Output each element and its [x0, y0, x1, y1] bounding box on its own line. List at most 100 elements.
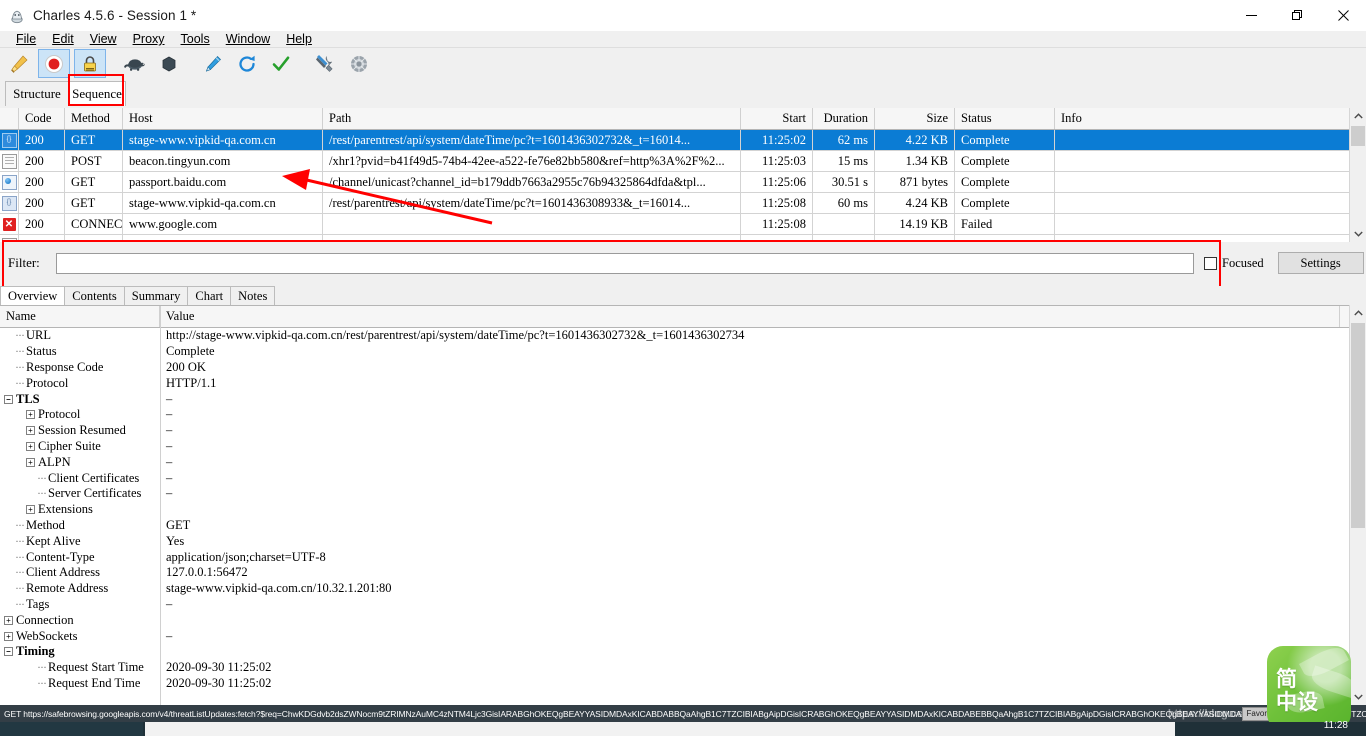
- detail-tree-row[interactable]: ··· Status Complete: [0, 344, 1366, 360]
- menu-window[interactable]: Window: [218, 31, 278, 47]
- detail-tree-row[interactable]: ··· Remote Address stage-www.vipkid-qa.com…: [0, 581, 1366, 597]
- menu-edit[interactable]: Edit: [44, 31, 82, 47]
- column-header-value[interactable]: Value: [160, 306, 1340, 327]
- column-header-info[interactable]: Info: [1055, 108, 1366, 129]
- close-button[interactable]: [1320, 0, 1366, 31]
- detail-tree-row[interactable]: ··· URL http://stage-www.vipkid-qa.com.cn/…: [0, 328, 1366, 344]
- detail-tree-row[interactable]: – Timing: [0, 644, 1366, 660]
- cell-code: 200: [19, 130, 65, 150]
- focused-checkbox-group[interactable]: Focused: [1204, 256, 1264, 271]
- menu-proxy[interactable]: Proxy: [125, 31, 173, 47]
- detail-tree-row[interactable]: + Session Resumed –: [0, 423, 1366, 439]
- detail-tree-row[interactable]: + Cipher Suite –: [0, 439, 1366, 455]
- maximize-button[interactable]: [1274, 0, 1320, 31]
- settings-gear-icon[interactable]: [344, 50, 374, 77]
- expand-plus-icon[interactable]: +: [26, 441, 35, 451]
- detail-tree-row[interactable]: ··· Method GET: [0, 518, 1366, 534]
- table-row[interactable]: {} 200 GET stage-www.vipkid-qa.com.cn /r…: [0, 130, 1366, 151]
- column-header-icon[interactable]: [0, 108, 19, 129]
- detail-tree-row[interactable]: ··· Content-Type application/json;charset=…: [0, 549, 1366, 565]
- focused-checkbox[interactable]: [1204, 256, 1217, 270]
- filter-input[interactable]: [56, 252, 1194, 274]
- repeat-icon[interactable]: [232, 50, 262, 77]
- column-header-name[interactable]: Name: [0, 306, 160, 327]
- ssl-proxying-icon[interactable]: [74, 49, 106, 78]
- table-row[interactable]: {} 200 GET stage-www.vipkid-qa.com.cn /r…: [0, 193, 1366, 214]
- clear-session-icon[interactable]: [4, 50, 34, 77]
- detail-tree-row[interactable]: ··· Response Code 200 OK: [0, 360, 1366, 376]
- menu-tools[interactable]: Tools: [173, 31, 218, 47]
- table-row[interactable]: 200 GET www.vipkid.com.cn /api/flowapi/r…: [0, 235, 1366, 242]
- detail-tree-row[interactable]: ··· Client Certificates –: [0, 470, 1366, 486]
- tab-notes[interactable]: Notes: [230, 286, 276, 305]
- table-vertical-scrollbar[interactable]: [1349, 108, 1366, 242]
- collapse-minus-icon[interactable]: –: [4, 394, 13, 404]
- taskbar-left-segment: [0, 722, 143, 736]
- column-header-host[interactable]: Host: [123, 108, 323, 129]
- collapse-minus-icon[interactable]: –: [4, 647, 13, 657]
- cell-method: GET: [65, 193, 123, 213]
- detail-tree-row[interactable]: ··· Request End Time 2020-09-30 11:25:02: [0, 676, 1366, 692]
- tree-connector: ···: [37, 675, 47, 690]
- settings-button[interactable]: Settings: [1277, 252, 1364, 274]
- tab-summary[interactable]: Summary: [123, 286, 189, 305]
- request-table[interactable]: Code Method Host Path Start Duration Siz…: [0, 108, 1366, 242]
- column-header-method[interactable]: Method: [65, 108, 123, 129]
- table-row[interactable]: 200 POST beacon.tingyun.com /xhr1?pvid=b…: [0, 151, 1366, 172]
- column-header-start[interactable]: Start: [741, 108, 813, 129]
- tab-sequence[interactable]: Sequence: [68, 81, 126, 106]
- table-row[interactable]: 200 GET passport.baidu.com /channel/unic…: [0, 172, 1366, 193]
- compose-pen-icon[interactable]: [198, 50, 228, 77]
- throttle-turtle-icon[interactable]: [120, 50, 150, 77]
- scroll-down-icon[interactable]: [1350, 226, 1366, 242]
- detail-tree-row[interactable]: ··· Kept Alive Yes: [0, 533, 1366, 549]
- tab-contents[interactable]: Contents: [64, 286, 125, 305]
- expand-plus-icon[interactable]: +: [26, 410, 35, 420]
- expand-plus-icon[interactable]: +: [26, 426, 35, 436]
- validate-check-icon[interactable]: [266, 50, 296, 77]
- detail-tree-body: ··· URL http://stage-www.vipkid-qa.com.cn/…: [0, 328, 1366, 691]
- scrollbar-thumb[interactable]: [1351, 126, 1365, 146]
- scroll-up-icon[interactable]: [1350, 108, 1366, 124]
- detail-tree-row[interactable]: + Protocol –: [0, 407, 1366, 423]
- detail-tree-row[interactable]: ··· Server Certificates –: [0, 486, 1366, 502]
- expand-plus-icon[interactable]: +: [4, 615, 13, 625]
- detail-tree-row[interactable]: ··· Client Address 127.0.0.1:56472: [0, 565, 1366, 581]
- detail-tree-row[interactable]: + ALPN –: [0, 454, 1366, 470]
- expand-plus-icon[interactable]: +: [26, 505, 35, 515]
- tab-overview[interactable]: Overview: [0, 286, 66, 305]
- menu-view[interactable]: View: [82, 31, 125, 47]
- detail-tree-row[interactable]: + Extensions: [0, 502, 1366, 518]
- detail-tree-row[interactable]: ··· Request Start Time 2020-09-30 11:25:02: [0, 660, 1366, 676]
- detail-scroll-up-icon[interactable]: [1350, 305, 1366, 321]
- column-header-code[interactable]: Code: [19, 108, 65, 129]
- detail-tree-row[interactable]: ··· Tags –: [0, 597, 1366, 613]
- overview-detail-panel[interactable]: Name Value ··· URL http://stage-www.vipkid…: [0, 305, 1366, 706]
- detail-row-label: Request Start Time: [48, 660, 144, 675]
- menu-help[interactable]: Help: [278, 31, 320, 47]
- tab-structure[interactable]: Structure: [5, 81, 69, 106]
- expand-plus-icon[interactable]: +: [26, 457, 35, 467]
- cell-method: GET: [65, 235, 123, 242]
- column-header-size[interactable]: Size: [875, 108, 955, 129]
- record-icon[interactable]: [38, 49, 70, 78]
- detail-scroll-down-icon[interactable]: [1350, 689, 1366, 705]
- column-header-duration[interactable]: Duration: [813, 108, 875, 129]
- column-header-path[interactable]: Path: [323, 108, 741, 129]
- expand-plus-icon[interactable]: +: [4, 631, 13, 641]
- breakpoints-icon[interactable]: [154, 50, 184, 77]
- detail-tree-row[interactable]: + WebSockets –: [0, 628, 1366, 644]
- detail-tree-row[interactable]: ··· Protocol HTTP/1.1: [0, 375, 1366, 391]
- detail-tree-row[interactable]: – TLS –: [0, 391, 1366, 407]
- tab-chart[interactable]: Chart: [187, 286, 232, 305]
- menu-file[interactable]: File: [8, 31, 44, 47]
- detail-row-value: Yes: [166, 533, 185, 548]
- detail-scrollbar-thumb[interactable]: [1351, 323, 1365, 528]
- detail-tree-row[interactable]: + Connection: [0, 612, 1366, 628]
- column-header-status[interactable]: Status: [955, 108, 1055, 129]
- cell-duration: 30.51 s: [813, 172, 875, 192]
- minimize-button[interactable]: [1228, 0, 1274, 31]
- tools-icon[interactable]: [310, 50, 340, 77]
- detail-vertical-scrollbar[interactable]: [1349, 305, 1366, 705]
- table-row[interactable]: ✕ 200 CONNECT www.google.com 11:25:08 14…: [0, 214, 1366, 235]
